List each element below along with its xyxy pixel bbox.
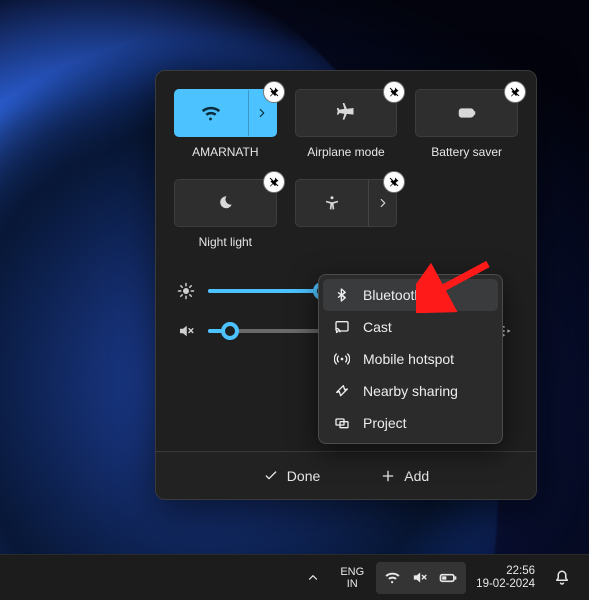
unpin-wifi-button[interactable] bbox=[263, 81, 285, 103]
quick-tiles-grid: AMARNATH Airplane mode bbox=[174, 89, 518, 263]
brightness-icon bbox=[174, 282, 198, 300]
clock-date: 19-02-2024 bbox=[476, 578, 535, 591]
clock-button[interactable]: 22:56 19-02-2024 bbox=[470, 562, 541, 594]
airplane-icon bbox=[296, 90, 397, 136]
panel-footer: Done Add bbox=[156, 451, 536, 499]
plus-icon bbox=[380, 468, 396, 484]
clock-time: 22:56 bbox=[476, 565, 535, 578]
tray-overflow-button[interactable] bbox=[298, 562, 328, 594]
wifi-tile-label: AMARNATH bbox=[192, 145, 258, 159]
cast-icon bbox=[333, 319, 351, 335]
wifi-icon bbox=[175, 90, 248, 136]
bluetooth-icon bbox=[333, 287, 351, 303]
unpin-accessibility-button[interactable] bbox=[383, 171, 405, 193]
menu-item-nearby-sharing[interactable]: Nearby sharing bbox=[323, 375, 498, 407]
wifi-icon bbox=[384, 569, 401, 586]
unpin-battery-button[interactable] bbox=[504, 81, 526, 103]
lang-bottom: IN bbox=[340, 578, 364, 590]
volume-muted-icon bbox=[411, 569, 428, 586]
menu-item-cast[interactable]: Cast bbox=[323, 311, 498, 343]
lang-top: ENG bbox=[340, 566, 364, 578]
taskbar: ENG IN 22:56 19-02-2024 bbox=[0, 554, 589, 600]
menu-label: Nearby sharing bbox=[363, 383, 458, 399]
menu-item-mobile-hotspot[interactable]: Mobile hotspot bbox=[323, 343, 498, 375]
menu-label: Project bbox=[363, 415, 407, 431]
project-icon bbox=[333, 415, 351, 431]
nearby-sharing-icon bbox=[333, 383, 351, 399]
airplane-tile-label: Airplane mode bbox=[307, 145, 384, 159]
battery-saver-icon bbox=[416, 90, 517, 136]
menu-item-project[interactable]: Project bbox=[323, 407, 498, 439]
done-label: Done bbox=[287, 468, 320, 484]
notifications-button[interactable] bbox=[545, 562, 579, 594]
done-button[interactable]: Done bbox=[253, 463, 330, 489]
battery-icon bbox=[438, 568, 458, 588]
unpin-airplane-button[interactable] bbox=[383, 81, 405, 103]
menu-item-bluetooth[interactable]: Bluetooth bbox=[323, 279, 498, 311]
menu-label: Bluetooth bbox=[363, 287, 422, 303]
airplane-mode-tile[interactable] bbox=[295, 89, 398, 137]
battery-saver-tile[interactable] bbox=[415, 89, 518, 137]
battery-tile-label: Battery saver bbox=[431, 145, 502, 159]
nightlight-tile-label: Night light bbox=[199, 235, 252, 249]
menu-label: Mobile hotspot bbox=[363, 351, 454, 367]
add-button[interactable]: Add bbox=[370, 463, 439, 489]
menu-label: Cast bbox=[363, 319, 392, 335]
add-label: Add bbox=[404, 468, 429, 484]
volume-muted-icon bbox=[174, 322, 198, 340]
check-icon bbox=[263, 468, 279, 484]
add-tile-context-menu: Bluetooth Cast Mobile hotspot Nearby sha… bbox=[318, 274, 503, 444]
chevron-up-icon bbox=[306, 571, 320, 585]
hotspot-icon bbox=[333, 351, 351, 367]
wifi-tile[interactable] bbox=[174, 89, 277, 137]
accessibility-icon bbox=[296, 180, 369, 226]
bell-icon bbox=[553, 569, 571, 587]
system-tray-button[interactable] bbox=[376, 562, 466, 594]
night-light-icon bbox=[175, 180, 276, 226]
language-switcher[interactable]: ENG IN bbox=[332, 562, 372, 594]
accessibility-tile[interactable] bbox=[295, 179, 398, 227]
night-light-tile[interactable] bbox=[174, 179, 277, 227]
unpin-nightlight-button[interactable] bbox=[263, 171, 285, 193]
